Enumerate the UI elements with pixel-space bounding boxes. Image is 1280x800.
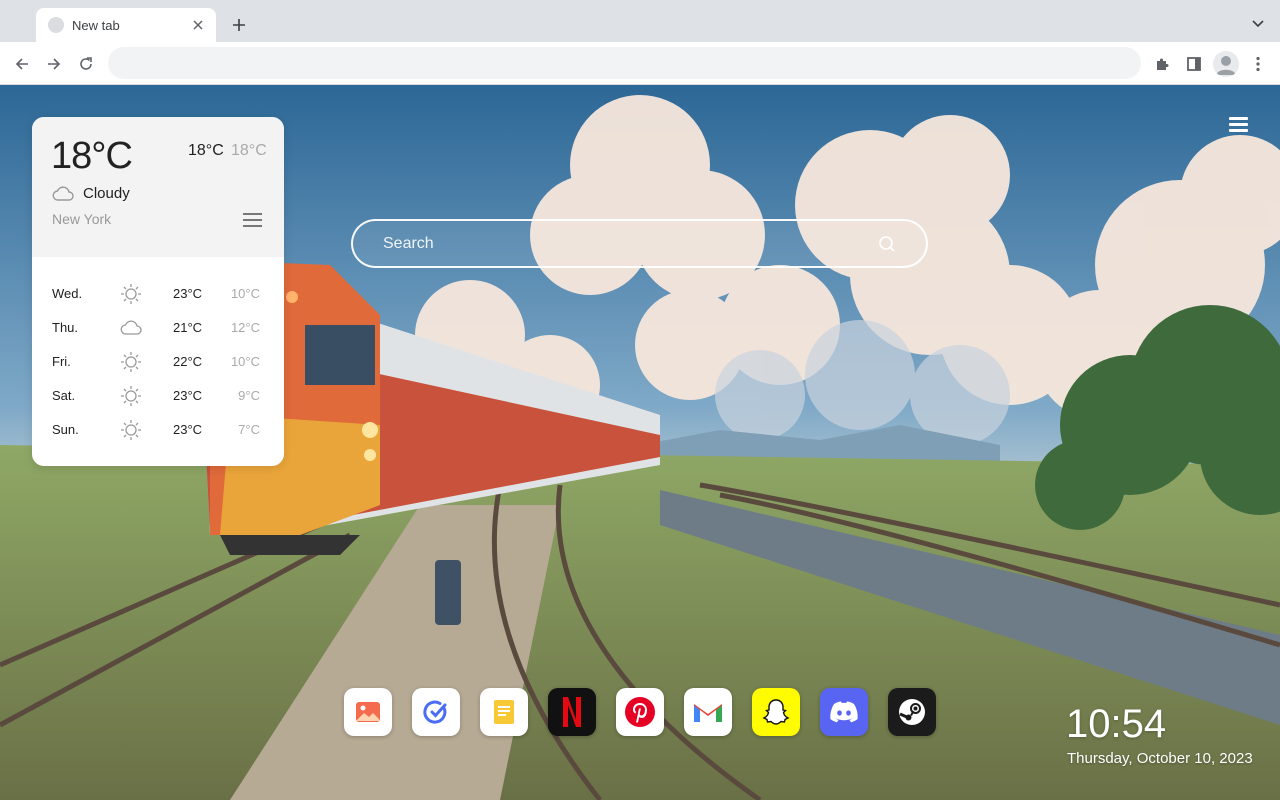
- current-temperature: 18°C: [51, 135, 133, 177]
- forecast-low: 10°C: [230, 354, 260, 369]
- search-box[interactable]: [351, 219, 928, 268]
- discord-icon: [830, 701, 858, 723]
- forecast-day: Sun.: [52, 422, 79, 437]
- address-bar[interactable]: [108, 47, 1141, 79]
- forecast-row: Wed. 23°C 10°C: [32, 282, 284, 306]
- pinterest-icon: [625, 697, 655, 727]
- page-menu-icon[interactable]: [1229, 117, 1248, 133]
- netflix-icon: [563, 697, 581, 727]
- forecast-low: 10°C: [230, 286, 260, 301]
- cloud-icon: [52, 186, 74, 201]
- note-icon: [494, 700, 514, 724]
- reload-button[interactable]: [72, 50, 100, 78]
- today-low: 18°C: [231, 142, 267, 159]
- snapchat-app-button[interactable]: [752, 688, 800, 736]
- forecast-row: Thu. 21°C 12°C: [32, 316, 284, 340]
- forecast-row: Sun. 23°C 7°C: [32, 418, 284, 442]
- new-tab-page: 18°C 18°C 18°C Cloudy New York Wed. 23°C…: [0, 85, 1280, 800]
- tab-strip: New tab: [0, 0, 1280, 42]
- forecast-day: Wed.: [52, 286, 83, 301]
- image-icon: [356, 702, 380, 722]
- notes-app-button[interactable]: [480, 688, 528, 736]
- tab-search-chevron-icon[interactable]: [1246, 12, 1270, 36]
- pinterest-app-button[interactable]: [616, 688, 664, 736]
- forecast-high: 23°C: [173, 422, 203, 437]
- tab-new-tab[interactable]: New tab: [36, 8, 216, 42]
- snapchat-icon: [762, 699, 790, 725]
- puzzle-icon: [1157, 58, 1169, 70]
- reload-icon: [80, 57, 92, 70]
- today-high: 18°C: [188, 142, 224, 159]
- forecast-high: 22°C: [173, 354, 203, 369]
- steam-app-button[interactable]: [888, 688, 936, 736]
- forecast-row: Sat. 23°C 9°C: [32, 384, 284, 408]
- forecast-low: 12°C: [230, 320, 260, 335]
- tab-favicon-icon: [48, 17, 64, 33]
- address-input[interactable]: [124, 47, 1125, 79]
- back-arrow-icon: [15, 58, 28, 70]
- forecast-high: 23°C: [173, 286, 203, 301]
- steam-icon: [899, 699, 925, 725]
- forecast-day: Sat.: [52, 388, 76, 403]
- netflix-app-button[interactable]: [548, 688, 596, 736]
- sun-icon: [121, 386, 141, 406]
- weather-widget[interactable]: 18°C 18°C 18°C Cloudy New York Wed. 23°C…: [32, 117, 284, 466]
- tab-close-icon[interactable]: [190, 17, 206, 33]
- extensions-button[interactable]: [1148, 50, 1176, 78]
- sun-icon: [121, 420, 141, 440]
- search-input[interactable]: [383, 221, 863, 266]
- weather-menu-icon[interactable]: [243, 213, 262, 229]
- sun-icon: [121, 284, 141, 304]
- sun-icon: [121, 352, 141, 372]
- checkmark-circle-icon: [423, 700, 447, 724]
- cloud-icon: [120, 320, 142, 335]
- forward-arrow-icon: [48, 58, 61, 70]
- clock-date: Thursday, October 10, 2023: [1067, 750, 1253, 767]
- search-icon[interactable]: [878, 235, 896, 253]
- clock-time: 10:54: [1066, 702, 1167, 746]
- forecast-high: 23°C: [173, 388, 203, 403]
- weather-city: New York: [52, 211, 112, 227]
- forecast-day: Thu.: [52, 320, 79, 335]
- gmail-app-button[interactable]: [684, 688, 732, 736]
- gmail-icon: [694, 704, 722, 722]
- forecast-low: 9°C: [238, 388, 260, 403]
- side-panel-icon: [1187, 57, 1201, 71]
- gallery-app-button[interactable]: [344, 688, 392, 736]
- new-tab-button[interactable]: [226, 12, 252, 38]
- person-icon: [1216, 56, 1236, 75]
- tasks-app-button[interactable]: [412, 688, 460, 736]
- forecast-high: 21°C: [173, 320, 203, 335]
- tab-title: New tab: [72, 17, 120, 33]
- forecast-day: Fri.: [52, 354, 71, 369]
- back-button[interactable]: [8, 50, 36, 78]
- forward-button[interactable]: [40, 50, 68, 78]
- side-panel-button[interactable]: [1180, 50, 1208, 78]
- forecast-row: Fri. 22°C 10°C: [32, 350, 284, 374]
- discord-app-button[interactable]: [820, 688, 868, 736]
- weather-condition: Cloudy: [83, 185, 130, 202]
- profile-avatar[interactable]: [1213, 51, 1239, 77]
- browser-menu-button[interactable]: [1244, 50, 1272, 78]
- forecast-low: 7°C: [238, 422, 260, 437]
- browser-toolbar: [0, 42, 1280, 85]
- kebab-menu-icon: [1256, 56, 1260, 72]
- weather-current: 18°C 18°C 18°C Cloudy New York: [32, 117, 284, 257]
